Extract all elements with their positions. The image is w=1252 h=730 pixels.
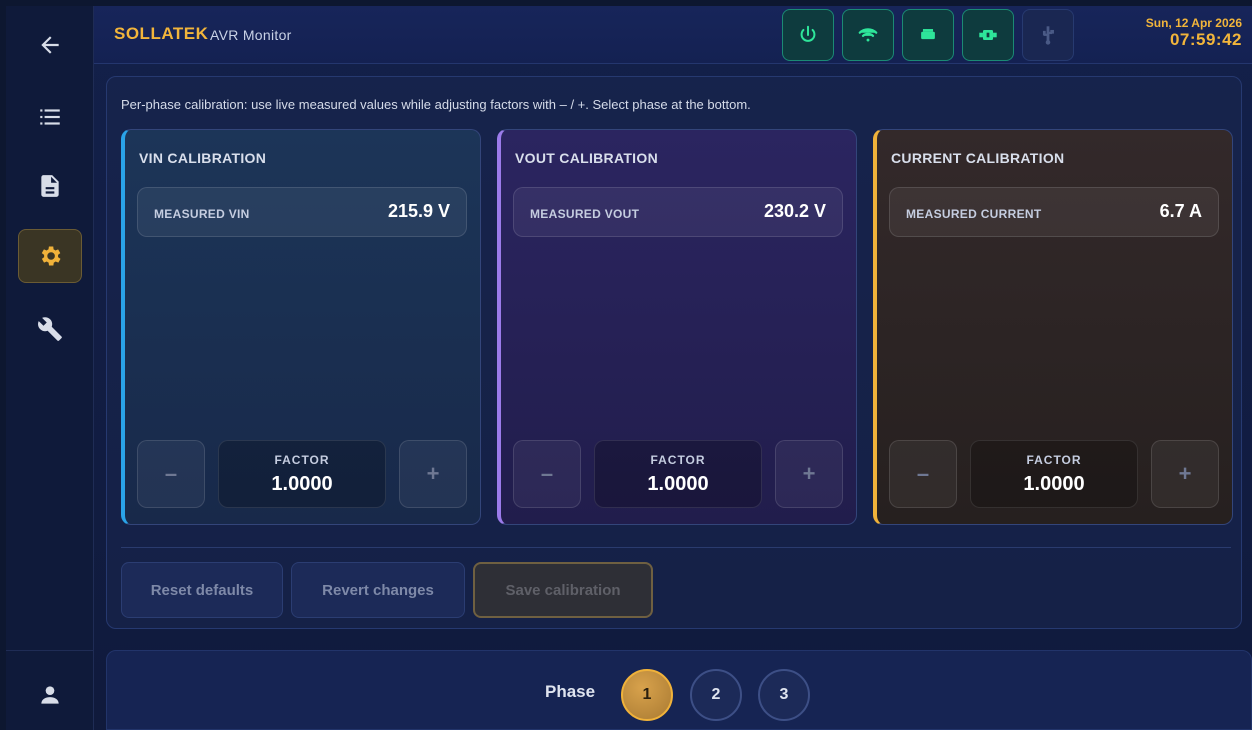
card-title: CURRENT CALIBRATION (891, 150, 1065, 166)
sidebar-item-documents[interactable] (18, 159, 82, 213)
current-increase-button[interactable]: + (1151, 440, 1219, 508)
factor-value: 1.0000 (1023, 473, 1085, 495)
phase-3-button[interactable]: 3 (758, 669, 810, 721)
vout-calibration-card: VOUT CALIBRATION MEASURED VOUT 230.2 V –… (497, 129, 857, 525)
measure-label: MEASURED VOUT (530, 207, 640, 221)
clock-date: Sun, 12 Apr 2026 (1145, 16, 1242, 30)
wifi-status[interactable] (842, 9, 894, 61)
factor-label: FACTOR (274, 453, 330, 467)
phase-selector-bar: Phase 1 2 3 (106, 650, 1252, 730)
plus-icon: + (426, 461, 440, 486)
sidebar-item-list[interactable] (18, 90, 82, 144)
battery-icon (921, 29, 935, 40)
usb-status[interactable] (1022, 9, 1074, 61)
wrench-icon (38, 317, 62, 341)
actions-divider (121, 547, 1231, 548)
save-calibration-button[interactable]: Save calibration (473, 562, 653, 618)
plus-icon: + (1178, 461, 1192, 486)
vout-increase-button[interactable]: + (775, 440, 843, 508)
sidebar-divider (6, 650, 94, 651)
measure-label: MEASURED CURRENT (906, 207, 1042, 221)
header: SOLLATEK AVR Monitor Sun, 12 Apr 2026 07… (94, 6, 1252, 64)
current-factor-display: FACTOR 1.0000 (970, 440, 1138, 508)
factor-value: 1.0000 (647, 473, 709, 495)
status-icons (782, 9, 1074, 61)
vin-decrease-button[interactable]: – (137, 440, 205, 508)
card-title: VOUT CALIBRATION (515, 150, 658, 166)
power-status[interactable] (782, 9, 834, 61)
back-icon (41, 36, 59, 54)
minus-icon: – (540, 461, 554, 486)
calibration-hint: Per-phase calibration: use live measured… (121, 97, 751, 112)
factor-label: FACTOR (650, 453, 706, 467)
power-icon (800, 25, 816, 42)
measured-vout-box: MEASURED VOUT 230.2 V (513, 187, 843, 237)
document-icon (41, 175, 59, 197)
vin-calibration-card: VIN CALIBRATION MEASURED VIN 215.9 V – F… (121, 129, 481, 525)
sidebar-item-tools[interactable] (18, 302, 82, 356)
relay-status[interactable] (962, 9, 1014, 61)
measured-vin-box: MEASURED VIN 215.9 V (137, 187, 467, 237)
clock: Sun, 12 Apr 2026 07:59:42 (1146, 16, 1242, 50)
factor-value: 1.0000 (271, 473, 333, 495)
phase-label: Phase (545, 682, 596, 701)
sidebar-item-settings[interactable] (18, 229, 82, 283)
user-icon (41, 686, 59, 704)
current-calibration-card: CURRENT CALIBRATION MEASURED CURRENT 6.7… (873, 129, 1233, 525)
plus-icon: + (802, 461, 816, 486)
list-icon (40, 109, 60, 125)
minus-icon: – (164, 461, 178, 486)
measure-value: 230.2 V (763, 201, 826, 221)
vin-increase-button[interactable]: + (399, 440, 467, 508)
phase-2-button[interactable]: 2 (690, 669, 742, 721)
back-button[interactable] (18, 18, 82, 72)
vin-factor-display: FACTOR 1.0000 (218, 440, 386, 508)
relay-icon (979, 29, 997, 41)
battery-status[interactable] (902, 9, 954, 61)
revert-changes-button[interactable]: Revert changes (291, 562, 465, 618)
reset-defaults-button[interactable]: Reset defaults (121, 562, 283, 618)
vout-decrease-button[interactable]: – (513, 440, 581, 508)
settings-icon (41, 246, 61, 266)
usb-icon (1042, 26, 1054, 45)
card-title: VIN CALIBRATION (139, 150, 267, 166)
factor-label: FACTOR (1026, 453, 1082, 467)
measure-value: 6.7 A (1159, 201, 1202, 221)
measure-label: MEASURED VIN (154, 207, 250, 221)
vout-factor-display: FACTOR 1.0000 (594, 440, 762, 508)
measured-current-box: MEASURED CURRENT 6.7 A (889, 187, 1219, 237)
brand-name: SOLLATEK (114, 24, 209, 43)
current-decrease-button[interactable]: – (889, 440, 957, 508)
phase-1-button[interactable]: 1 (621, 669, 673, 721)
user-button[interactable] (18, 668, 82, 722)
calibration-panel: Per-phase calibration: use live measured… (106, 76, 1242, 629)
minus-icon: – (916, 461, 930, 486)
clock-time: 07:59:42 (1169, 30, 1242, 49)
app-frame: SOLLATEK AVR Monitor Sun, 12 Apr 2026 07… (6, 6, 1252, 730)
measure-value: 215.9 V (387, 201, 450, 221)
sidebar (6, 6, 94, 730)
app-subtitle: AVR Monitor (210, 27, 292, 43)
wifi-icon (858, 28, 878, 42)
